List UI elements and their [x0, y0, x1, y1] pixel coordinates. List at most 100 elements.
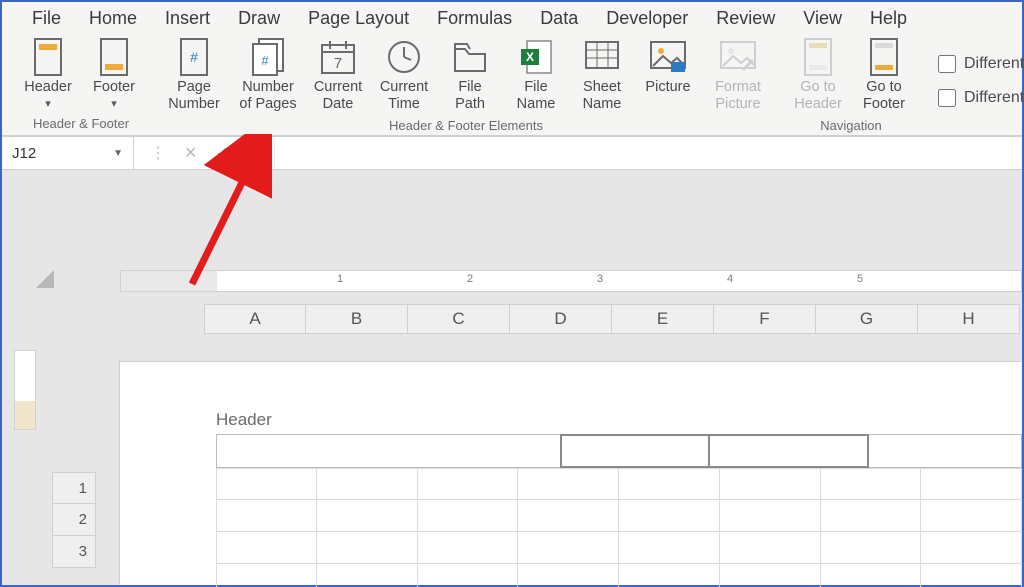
chevron-down-icon[interactable]: ▼: [113, 148, 123, 159]
picture-button[interactable]: Picture: [640, 37, 696, 112]
name-box[interactable]: J12 ▼: [2, 137, 134, 169]
menu-view[interactable]: View: [803, 8, 842, 29]
menu-help[interactable]: Help: [870, 8, 907, 29]
clock-icon: [384, 37, 424, 77]
cell[interactable]: [518, 500, 619, 532]
menu-page-layout[interactable]: Page Layout: [308, 8, 409, 29]
file-name-button[interactable]: X File Name: [508, 37, 564, 112]
fx-icon[interactable]: fx: [247, 144, 259, 162]
group-header-footer: Header ▾ Footer ▾ Header & Footer: [12, 37, 150, 131]
ruler-tick: 2: [467, 273, 473, 285]
cell[interactable]: [317, 500, 418, 532]
group-navigation: Go to Header Go to Footer Navigation: [782, 37, 920, 133]
cell[interactable]: [216, 468, 317, 500]
cell[interactable]: [921, 468, 1022, 500]
row-header[interactable]: 3: [52, 536, 96, 568]
checkbox[interactable]: [938, 55, 956, 73]
group-label: Header & Footer: [33, 116, 129, 131]
cell[interactable]: [317, 532, 418, 564]
cell[interactable]: [619, 564, 720, 587]
cell[interactable]: [418, 500, 519, 532]
header-section-label: Header: [216, 410, 1022, 430]
cell[interactable]: [619, 532, 720, 564]
cell-grid: [216, 468, 1022, 587]
cell[interactable]: [317, 468, 418, 500]
different-first-checkbox[interactable]: Different: [938, 55, 1024, 73]
sheet-name-button[interactable]: Sheet Name: [574, 37, 630, 112]
column-headers: A B C D E F G H: [204, 304, 1022, 334]
horizontal-ruler: 1 2 3 4 5: [120, 270, 1022, 292]
header-left-cell[interactable]: [216, 434, 560, 468]
group-label: Header & Footer Elements: [389, 118, 543, 133]
goto-header-icon: [798, 37, 838, 77]
menu-file[interactable]: File: [32, 8, 61, 29]
column-header[interactable]: D: [510, 304, 612, 334]
footer-button[interactable]: Footer ▾: [86, 37, 142, 110]
number-of-pages-icon: #: [248, 37, 288, 77]
menu-home[interactable]: Home: [89, 8, 137, 29]
cell[interactable]: [619, 500, 720, 532]
different-odd-checkbox[interactable]: Different: [938, 89, 1024, 107]
column-header[interactable]: G: [816, 304, 918, 334]
cell[interactable]: [216, 500, 317, 532]
goto-footer-button[interactable]: Go to Footer: [856, 37, 912, 112]
cell[interactable]: [518, 468, 619, 500]
cell[interactable]: [619, 468, 720, 500]
cell[interactable]: [921, 500, 1022, 532]
select-all-triangle[interactable]: [36, 270, 54, 288]
menu-review[interactable]: Review: [716, 8, 775, 29]
cell[interactable]: [317, 564, 418, 587]
cell[interactable]: [418, 468, 519, 500]
current-date-button[interactable]: 7 Current Date: [310, 37, 366, 112]
cell[interactable]: [720, 532, 821, 564]
ribbon: Header ▾ Footer ▾ Header & Footer: [2, 31, 1022, 136]
cell[interactable]: [418, 564, 519, 587]
cell[interactable]: [821, 564, 922, 587]
column-header[interactable]: B: [306, 304, 408, 334]
picture-icon: [648, 37, 688, 77]
menu-insert[interactable]: Insert: [165, 8, 210, 29]
checkbox[interactable]: [938, 89, 956, 107]
row-header[interactable]: 1: [52, 472, 96, 504]
group-label: Navigation: [820, 118, 881, 133]
cell[interactable]: [216, 532, 317, 564]
cell[interactable]: [821, 468, 922, 500]
cell[interactable]: [720, 468, 821, 500]
row-headers: 1 2 3: [52, 472, 96, 568]
excel-file-icon: X: [516, 37, 556, 77]
svg-text:7: 7: [334, 55, 342, 72]
current-time-button[interactable]: Current Time: [376, 37, 432, 112]
header-button[interactable]: Header ▾: [20, 37, 76, 110]
cell[interactable]: [821, 532, 922, 564]
cell[interactable]: [821, 500, 922, 532]
menu-draw[interactable]: Draw: [238, 8, 280, 29]
menu-developer[interactable]: Developer: [606, 8, 688, 29]
menu-formulas[interactable]: Formulas: [437, 8, 512, 29]
cell[interactable]: [921, 564, 1022, 587]
header-center-cell-2[interactable]: [709, 434, 869, 468]
format-picture-icon: [718, 37, 758, 77]
cell[interactable]: [216, 564, 317, 587]
cell[interactable]: [518, 564, 619, 587]
cell[interactable]: [418, 532, 519, 564]
dots-icon: ⋮: [150, 143, 166, 163]
column-header[interactable]: A: [204, 304, 306, 334]
column-header[interactable]: C: [408, 304, 510, 334]
cell[interactable]: [720, 564, 821, 587]
column-header[interactable]: E: [612, 304, 714, 334]
number-of-pages-button[interactable]: # Number of Pages: [236, 37, 300, 112]
formula-input[interactable]: [275, 137, 1022, 169]
calendar-icon: 7: [318, 37, 358, 77]
cell[interactable]: [720, 500, 821, 532]
ruler-tick: 5: [857, 273, 863, 285]
cell[interactable]: [921, 532, 1022, 564]
cell[interactable]: [518, 532, 619, 564]
row-header[interactable]: 2: [52, 504, 96, 536]
file-path-button[interactable]: File Path: [442, 37, 498, 112]
header-right-cell[interactable]: [869, 434, 1022, 468]
header-center-cell[interactable]: [560, 434, 710, 468]
menu-data[interactable]: Data: [540, 8, 578, 29]
column-header[interactable]: H: [918, 304, 1020, 334]
column-header[interactable]: F: [714, 304, 816, 334]
page-number-button[interactable]: # Page Number: [162, 37, 226, 112]
